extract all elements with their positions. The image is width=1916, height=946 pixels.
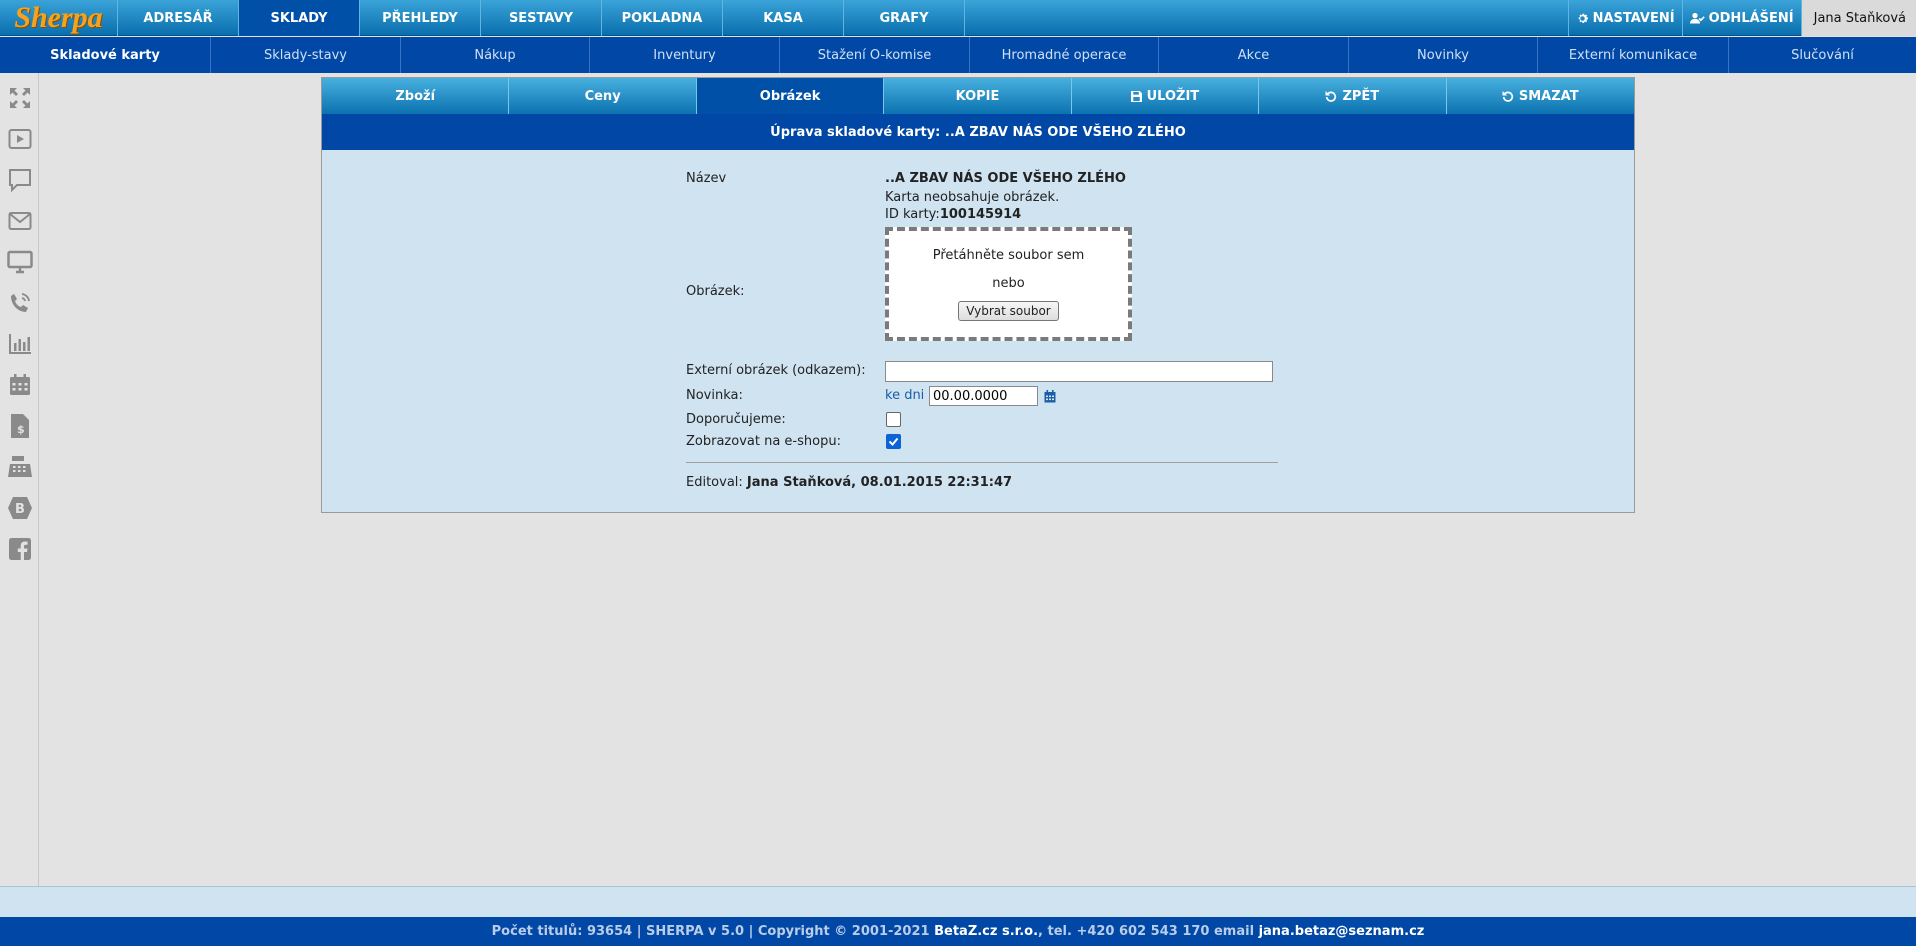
settings-label: NASTAVENÍ bbox=[1592, 10, 1675, 26]
delete-button[interactable]: SMAZAT bbox=[1446, 78, 1634, 114]
sub-menu-hromadne-operace[interactable]: Hromadné operace bbox=[970, 37, 1159, 73]
sub-menu-stazeni-o-komise[interactable]: Stažení O-komise bbox=[780, 37, 970, 73]
sub-menu-sklady-stavy[interactable]: Sklady-stavy bbox=[211, 37, 401, 73]
delete-label: SMAZAT bbox=[1518, 88, 1579, 104]
video-icon[interactable] bbox=[6, 125, 34, 153]
footer-company[interactable]: BetaZ.cz s.r.o. bbox=[934, 924, 1038, 939]
sub-menu-skladove-karty[interactable]: Skladové karty bbox=[0, 37, 211, 73]
recommended-checkbox[interactable] bbox=[886, 412, 901, 427]
sub-menu: Skladové karty Sklady-stavy Nákup Invent… bbox=[0, 37, 1916, 73]
main-menu-adresar[interactable]: ADRESÁŘ bbox=[118, 0, 239, 36]
card-id-label: ID karty: bbox=[885, 207, 940, 222]
eshop-checkbox[interactable] bbox=[886, 434, 901, 449]
page-title: Úprava skladové karty: ..A ZBAV NÁS ODE … bbox=[322, 114, 1634, 150]
settings-button[interactable]: NASTAVENÍ bbox=[1567, 0, 1682, 36]
back-label: ZPĚT bbox=[1342, 88, 1380, 104]
main-menu-sestavy[interactable]: SESTAVY bbox=[481, 0, 602, 36]
footer-email[interactable]: jana.betaz@seznam.cz bbox=[1259, 924, 1425, 939]
phone-icon[interactable] bbox=[6, 289, 34, 317]
name-label: Název bbox=[686, 171, 727, 186]
name-value: ..A ZBAV NÁS ODE VŠEHO ZLÉHO bbox=[885, 171, 1126, 186]
main-menu-prehledy[interactable]: PŘEHLEDY bbox=[360, 0, 481, 36]
invoice-icon[interactable]: $ bbox=[6, 412, 34, 440]
monitor-icon[interactable] bbox=[6, 248, 34, 276]
mail-icon[interactable] bbox=[6, 207, 34, 235]
main-menu-sklady[interactable]: SKLADY bbox=[239, 0, 360, 36]
sub-menu-slucovani[interactable]: Slučování bbox=[1729, 37, 1916, 73]
logo[interactable]: Sherpa bbox=[0, 0, 118, 36]
image-label: Obrázek: bbox=[686, 284, 745, 299]
footer-phone: , tel. +420 602 543 170 email bbox=[1038, 924, 1259, 939]
eshop-label: Zobrazovat na e-shopu: bbox=[686, 434, 841, 449]
card-id: ID karty:100145914 bbox=[885, 207, 1021, 222]
calendar-icon[interactable] bbox=[6, 371, 34, 399]
logout-button[interactable]: ODHLÁŠENÍ bbox=[1681, 0, 1801, 36]
card-id-value: 100145914 bbox=[939, 207, 1022, 222]
sub-menu-novinky[interactable]: Novinky bbox=[1349, 37, 1538, 73]
no-image-text: Karta neobsahuje obrázek. bbox=[885, 190, 1060, 205]
footer: Počet titulů: 93654 | SHERPA v 5.0 | Cop… bbox=[0, 917, 1916, 946]
sub-menu-akce[interactable]: Akce bbox=[1159, 37, 1349, 73]
cash-register-icon[interactable] bbox=[6, 453, 34, 481]
recommended-label: Doporučujeme: bbox=[686, 412, 786, 427]
top-right-menu: NASTAVENÍ ODHLÁŠENÍ Jana Staňková bbox=[1567, 0, 1916, 36]
new-date-input[interactable] bbox=[929, 386, 1038, 406]
divider bbox=[686, 462, 1278, 463]
copy-button[interactable]: KOPIE bbox=[884, 78, 1072, 114]
footer-text: Počet titulů: 93654 | SHERPA v 5.0 | Cop… bbox=[491, 924, 935, 939]
save-button[interactable]: ULOŽIT bbox=[1071, 78, 1260, 114]
save-label: ULOŽIT bbox=[1146, 88, 1200, 104]
left-sidebar: $ B bbox=[0, 73, 39, 886]
logo-text: Sherpa bbox=[14, 1, 103, 34]
tab-prices[interactable]: Ceny bbox=[509, 78, 697, 114]
panel-tabs: Zboží Ceny Obrázek KOPIE ULOŽIT ZPĚT SMA… bbox=[322, 78, 1634, 114]
user-check-icon bbox=[1689, 12, 1705, 23]
tab-image[interactable]: Obrázek bbox=[696, 78, 885, 114]
save-icon bbox=[1130, 90, 1142, 102]
tab-goods[interactable]: Zboží bbox=[322, 78, 510, 114]
sub-menu-nakup[interactable]: Nákup bbox=[401, 37, 590, 73]
facebook-icon[interactable] bbox=[6, 535, 34, 563]
main-menu-kasa[interactable]: KASA bbox=[723, 0, 844, 36]
top-bar: Sherpa ADRESÁŘ SKLADY PŘEHLEDY SESTAVY P… bbox=[0, 0, 1916, 36]
calendar-icon[interactable] bbox=[1044, 390, 1056, 403]
main-menu-pokladna[interactable]: POKLADNA bbox=[602, 0, 723, 36]
main-menu: ADRESÁŘ SKLADY PŘEHLEDY SESTAVY POKLADNA… bbox=[118, 0, 965, 36]
logout-label: ODHLÁŠENÍ bbox=[1708, 10, 1794, 26]
chat-icon[interactable] bbox=[6, 166, 34, 194]
undo-icon bbox=[1502, 91, 1513, 102]
bootstrap-icon[interactable]: B bbox=[6, 494, 34, 522]
back-button[interactable]: ZPĚT bbox=[1259, 78, 1447, 114]
footer-strip bbox=[0, 886, 1916, 917]
svg-text:$: $ bbox=[17, 423, 25, 436]
external-image-input[interactable] bbox=[885, 361, 1273, 382]
edited-value: Jana Staňková, 08.01.2015 22:31:47 bbox=[746, 475, 1013, 490]
gear-icon bbox=[1578, 13, 1588, 23]
edited-info: Editoval: Jana Staňková, 08.01.2015 22:3… bbox=[686, 475, 1012, 490]
svg-text:B: B bbox=[15, 502, 25, 517]
undo-icon bbox=[1325, 91, 1337, 102]
edited-label: Editoval: bbox=[686, 475, 743, 490]
bar-chart-icon[interactable] bbox=[6, 330, 34, 358]
drop-text: Přetáhněte soubor sem bbox=[932, 248, 1085, 263]
current-user: Jana Staňková bbox=[1800, 0, 1916, 36]
card-edit-panel: Zboží Ceny Obrázek KOPIE ULOŽIT ZPĚT SMA… bbox=[321, 77, 1635, 513]
sub-menu-inventury[interactable]: Inventury bbox=[590, 37, 780, 73]
checkmark-icon bbox=[888, 437, 899, 446]
days-label: ke dni bbox=[885, 388, 925, 403]
expand-icon[interactable] bbox=[6, 84, 34, 112]
or-text: nebo bbox=[992, 276, 1025, 291]
new-label: Novinka: bbox=[686, 388, 743, 403]
choose-file-button[interactable]: Vybrat soubor bbox=[958, 301, 1059, 321]
external-image-label: Externí obrázek (odkazem): bbox=[686, 363, 866, 378]
sub-menu-externi-komunikace[interactable]: Externí komunikace bbox=[1538, 37, 1729, 73]
main-menu-grafy[interactable]: GRAFY bbox=[844, 0, 965, 36]
file-drop-zone[interactable]: Přetáhněte soubor sem nebo Vybrat soubor bbox=[885, 227, 1132, 341]
